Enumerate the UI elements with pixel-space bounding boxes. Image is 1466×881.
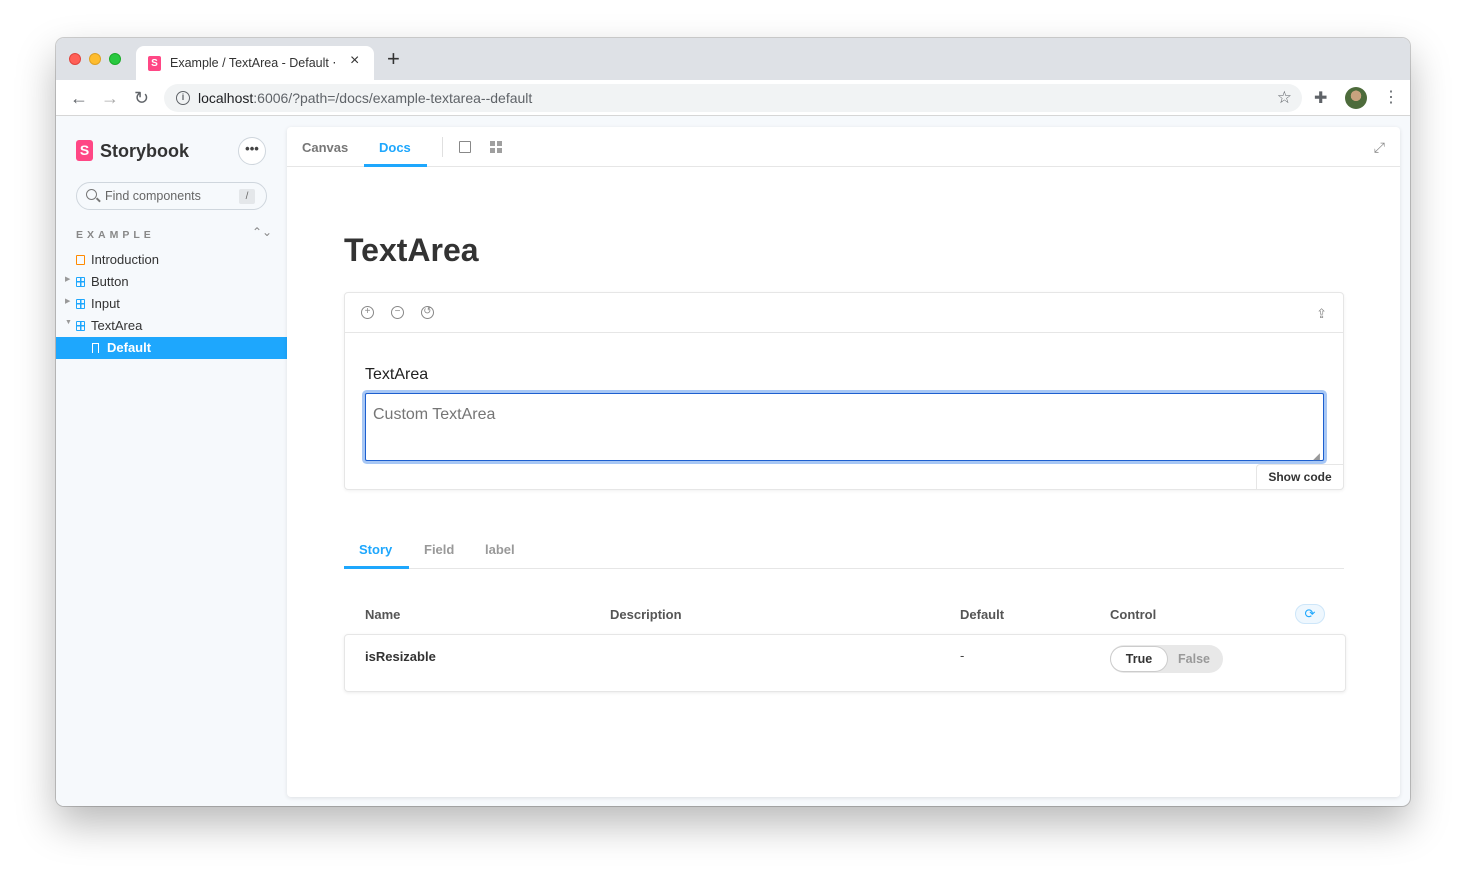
address-bar[interactable]: i localhost:6006/?path=/docs/example-tex… — [164, 84, 1302, 112]
back-button[interactable]: ← — [70, 86, 88, 110]
preview-toolbar: + − ↺ ⇪ — [345, 293, 1343, 333]
browser-toolbar: ← → ↻ i localhost:6006/?path=/docs/examp… — [56, 80, 1410, 116]
sidebar-item-label: Input — [91, 296, 120, 311]
browser-tab-title: Example / TextArea - Default ⋅ Storybook — [170, 56, 340, 70]
search-icon — [86, 189, 97, 200]
active-tab-indicator — [364, 164, 427, 167]
arg-name: isResizable — [365, 649, 436, 664]
sidebar-item-input[interactable]: ▶ Input — [56, 293, 287, 315]
zoom-out-icon[interactable]: − — [391, 306, 404, 319]
bookmark-star-icon[interactable]: ☆ — [1277, 88, 1292, 108]
browser-menu-icon[interactable]: ⋮ — [1383, 87, 1399, 107]
background-image-icon[interactable] — [459, 141, 471, 153]
storybook-favicon-icon: S — [148, 56, 161, 71]
url-text: localhost:6006/?path=/docs/example-texta… — [198, 90, 532, 106]
column-header-control: Control — [1110, 607, 1157, 622]
column-header-name: Name — [365, 607, 401, 622]
sidebar-item-introduction[interactable]: Introduction — [56, 249, 287, 271]
caret-right-icon: ▶ — [65, 276, 71, 283]
sidebar-item-label: Button — [91, 274, 129, 289]
textarea-label: TextArea — [365, 366, 429, 383]
storybook-brand[interactable]: Storybook — [100, 141, 189, 162]
caret-down-icon: ▼ — [65, 319, 72, 326]
tab-story[interactable]: Story — [359, 542, 392, 557]
search-shortcut-badge: / — [239, 189, 255, 204]
document-icon — [76, 255, 85, 265]
toggle-false-option[interactable]: False — [1166, 647, 1222, 671]
forward-button[interactable]: → — [101, 86, 119, 110]
toggle-true-option[interactable]: True — [1111, 647, 1167, 671]
sidebar-item-label: TextArea — [91, 318, 143, 333]
share-icon[interactable]: ⇪ — [1316, 306, 1327, 322]
main-toolbar: Canvas Docs ⤢ — [287, 127, 1400, 167]
tab-label[interactable]: label — [485, 542, 515, 557]
show-code-button[interactable]: Show code — [1256, 464, 1344, 490]
fullscreen-icon[interactable]: ⤢ — [1374, 139, 1385, 156]
column-header-default: Default — [960, 607, 1005, 622]
custom-textarea[interactable] — [365, 393, 1324, 461]
sidebar-item-default[interactable]: Default — [56, 337, 287, 359]
arg-default: - — [960, 648, 965, 663]
profile-avatar[interactable] — [1345, 87, 1367, 109]
zoom-reset-icon[interactable]: ↺ — [421, 306, 434, 319]
close-window-button[interactable] — [69, 53, 81, 65]
search-input[interactable]: Find components / — [76, 182, 267, 210]
component-icon — [76, 299, 85, 309]
close-tab-icon[interactable]: × — [350, 52, 359, 70]
page-title: TextArea — [344, 232, 479, 268]
sidebar-section-title[interactable]: EXAMPLE — [76, 229, 155, 241]
maximize-window-button[interactable] — [109, 53, 121, 65]
expand-collapse-icon[interactable]: ⌃⌄ — [252, 225, 272, 239]
browser-tab[interactable]: S Example / TextArea - Default ⋅ Storybo… — [136, 46, 374, 80]
column-header-description: Description — [610, 607, 682, 622]
storybook-logo-icon: S — [76, 140, 93, 161]
table-row: isResizable - True False — [344, 634, 1346, 692]
sidebar-item-textarea[interactable]: ▼ TextArea — [56, 315, 287, 337]
sidebar-item-button[interactable]: ▶ Button — [56, 271, 287, 293]
tab-field[interactable]: Field — [424, 542, 454, 557]
bookmark-icon — [92, 343, 99, 353]
grid-icon[interactable] — [490, 141, 502, 153]
story-preview: + − ↺ ⇪ TextArea ◢ Show code — [344, 292, 1344, 490]
reload-button[interactable]: ↻ — [134, 86, 149, 110]
caret-right-icon: ▶ — [65, 298, 71, 305]
zoom-in-icon[interactable]: + — [361, 306, 374, 319]
url-path: :6006/?path=/docs/example-textarea--defa… — [253, 90, 533, 106]
new-tab-button[interactable]: + — [387, 48, 400, 70]
component-icon — [76, 277, 85, 287]
active-tab-indicator — [344, 566, 409, 569]
url-host: localhost — [198, 90, 254, 106]
toolbar-divider — [442, 137, 443, 157]
resize-handle-icon[interactable]: ◢ — [1313, 451, 1320, 462]
main-panel: Canvas Docs ⤢ TextArea + − ↺ ⇪ TextArea … — [287, 127, 1400, 797]
sidebar-item-label: Introduction — [91, 252, 159, 267]
minimize-window-button[interactable] — [89, 53, 101, 65]
search-placeholder: Find components — [105, 189, 201, 203]
component-icon — [76, 321, 85, 331]
args-tabs: Story Field label — [344, 529, 1344, 569]
extensions-puzzle-icon[interactable]: ✚ — [1314, 88, 1327, 108]
browser-window: S Example / TextArea - Default ⋅ Storybo… — [56, 38, 1410, 806]
storybook-sidebar: S Storybook ••• Find components / EXAMPL… — [56, 117, 287, 806]
more-options-button[interactable]: ••• — [238, 137, 266, 165]
tab-canvas[interactable]: Canvas — [302, 140, 348, 155]
browser-tabbar: S Example / TextArea - Default ⋅ Storybo… — [56, 38, 1410, 80]
reset-controls-button[interactable]: ⟳ — [1295, 604, 1325, 624]
sidebar-item-label: Default — [107, 340, 152, 355]
tab-docs[interactable]: Docs — [379, 140, 411, 155]
boolean-toggle[interactable]: True False — [1110, 645, 1223, 673]
site-info-icon[interactable]: i — [176, 91, 190, 105]
